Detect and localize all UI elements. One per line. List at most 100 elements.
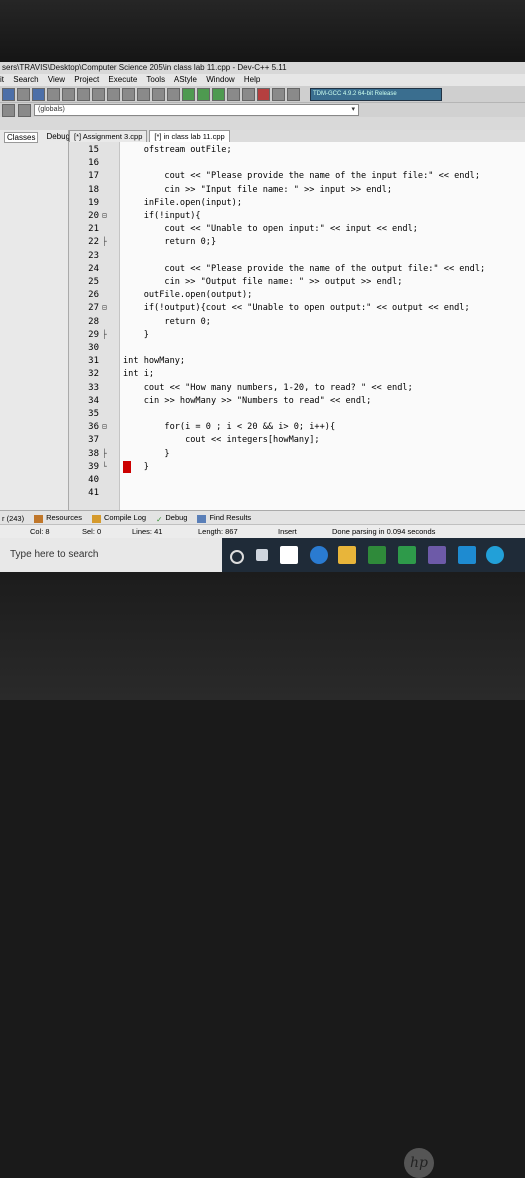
menu-project[interactable]: Project (74, 75, 99, 84)
open-file-icon[interactable] (17, 87, 30, 101)
tab-resources[interactable]: Resources (34, 513, 82, 523)
fold-marker[interactable]: ├ (102, 236, 107, 248)
fold-marker[interactable]: ⊟ (102, 421, 107, 433)
code-text: inFile.open(input); (123, 197, 242, 208)
code-text: ofstream outFile; (123, 145, 232, 155)
message-count: r (243) (2, 513, 25, 523)
line-number: 41 (88, 488, 99, 499)
code-line: 23 (69, 250, 525, 262)
fold-marker[interactable]: ⊟ (102, 302, 107, 314)
profile-icon[interactable] (287, 87, 300, 101)
code-text: cout << "How many numbers, 1-20, to read… (123, 382, 413, 393)
cortana-icon[interactable] (230, 550, 244, 564)
tab-in-class-lab-11[interactable]: [*] in class lab 11.cpp (149, 130, 230, 142)
code-text: return 0; (123, 316, 211, 327)
save-icon[interactable] (32, 87, 45, 101)
fold-marker[interactable]: ⊟ (102, 210, 107, 222)
indent-icon[interactable] (152, 87, 165, 101)
code-line: 21 cout << "Unable to open input:" << in… (69, 223, 525, 235)
status-bar: Col: 8 Sel: 0 Lines: 41 Length: 867 Inse… (0, 524, 525, 539)
status-lines: Lines: 41 (132, 527, 163, 536)
tab-compile-log[interactable]: Compile Log (91, 513, 146, 523)
tab-classes[interactable]: Classes (4, 132, 39, 143)
monitor-frame-top (0, 0, 525, 62)
fold-marker[interactable]: ├ (102, 329, 107, 341)
code-line: 17 cout << "Please provide the name of t… (69, 170, 525, 182)
devcpp-taskbar-icon[interactable] (368, 546, 386, 564)
tab-assignment-3[interactable]: [*] Assignment 3.cpp (69, 130, 148, 142)
code-text: cout << integers[howMany]; (123, 435, 320, 446)
line-number: 40 (88, 475, 99, 485)
menu-astyle[interactable]: AStyle (174, 75, 197, 84)
check-icon[interactable] (242, 87, 255, 101)
file-explorer-icon[interactable] (338, 546, 356, 564)
app-icon[interactable] (428, 546, 446, 564)
line-number: 26 (88, 290, 99, 301)
fold-marker[interactable]: ├ (102, 448, 107, 460)
editor-tabs: [*] Assignment 3.cpp [*] in class lab 11… (69, 130, 525, 142)
edge-icon[interactable] (310, 546, 328, 564)
compile-icon[interactable] (182, 87, 195, 101)
code-text: if(!input){ (123, 211, 201, 221)
line-number: 24 (88, 263, 99, 274)
stop-execution-icon[interactable] (257, 87, 270, 101)
line-number: 35 (88, 409, 99, 419)
line-number: 29 (88, 329, 99, 340)
new-file-icon[interactable] (2, 87, 15, 101)
fold-marker[interactable]: └ (102, 461, 107, 473)
menu-tools[interactable]: Tools (146, 75, 165, 84)
code-line: 29 ├ } (69, 329, 525, 341)
redo-icon[interactable] (92, 87, 105, 101)
task-view-icon[interactable] (256, 549, 268, 561)
menu-help[interactable]: Help (244, 75, 260, 84)
line-number: 23 (88, 250, 99, 261)
code-line: 31 int howMany; (69, 355, 525, 367)
code-line: 37 cout << integers[howMany]; (69, 434, 525, 446)
line-number: 30 (88, 343, 99, 353)
search-input[interactable]: Type here to search (0, 538, 222, 572)
code-text: cin >> "Input file name: " >> input >> e… (123, 184, 393, 195)
code-area[interactable]: 15 ofstream outFile; 16 17 cout << "Please… (69, 142, 525, 510)
unindent-icon[interactable] (167, 87, 180, 101)
tab-debug-log[interactable]: ✓ Debug (156, 513, 188, 524)
line-number: 20 (88, 211, 99, 221)
compile-run-icon[interactable] (212, 87, 225, 101)
line-number: 22 (88, 237, 99, 248)
compiler-select[interactable]: TDM-GCC 4.9.2 64-bit Release (310, 87, 442, 101)
tab-find-results[interactable]: Find Results (197, 513, 251, 523)
skype-icon[interactable] (486, 546, 504, 564)
code-line: 18 cin >> "Input file name: " >> input >… (69, 184, 525, 196)
line-number: 36 (88, 422, 99, 433)
code-text: cout << "Unable to open input:" << input… (123, 224, 418, 235)
goto-icon[interactable] (137, 87, 150, 101)
status-mode: Insert (278, 527, 297, 536)
hp-logo: hp (404, 1148, 434, 1178)
scope-select[interactable]: (globals) ▾ (34, 104, 359, 116)
menu-execute[interactable]: Execute (108, 75, 137, 84)
undo-icon[interactable] (77, 87, 90, 101)
find-icon[interactable] (107, 87, 120, 101)
project-icon[interactable] (2, 103, 15, 117)
visual-studio-icon[interactable] (458, 546, 476, 564)
tab-debug[interactable]: Debug (44, 132, 72, 143)
check-icon: ✓ (156, 514, 163, 524)
menu-search[interactable]: Search (13, 75, 38, 84)
scope-bar: (globals) ▾ (0, 103, 525, 117)
menu-view[interactable]: View (48, 75, 65, 84)
menu-window[interactable]: Window (206, 75, 234, 84)
save-all-icon[interactable] (47, 87, 60, 101)
menu-edit[interactable]: it (0, 75, 4, 84)
tab-debug-log-label: Debug (165, 513, 188, 523)
code-line: 22 ├ return 0;} (69, 236, 525, 248)
code-text: } (123, 448, 170, 459)
class-icon[interactable] (18, 103, 31, 117)
replace-icon[interactable] (122, 87, 135, 101)
dreamweaver-icon[interactable] (398, 546, 416, 564)
debug-icon[interactable] (272, 87, 285, 101)
close-file-icon[interactable] (62, 87, 75, 101)
rebuild-icon[interactable] (227, 87, 240, 101)
run-icon[interactable] (197, 87, 210, 101)
code-line: 24 cout << "Please provide the name of t… (69, 263, 525, 275)
store-icon[interactable] (280, 546, 298, 564)
line-number: 32 (88, 369, 99, 380)
